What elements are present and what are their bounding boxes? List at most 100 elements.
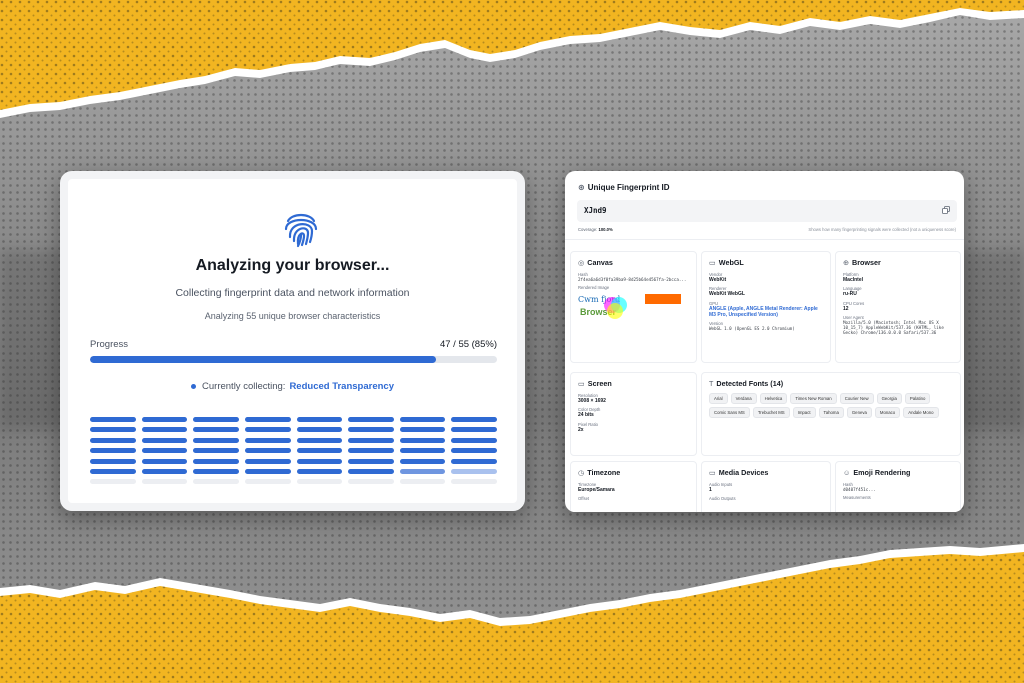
characteristic-row bbox=[90, 458, 497, 464]
characteristic-bar bbox=[296, 448, 343, 454]
progress-count: 47 / 55 (85%) bbox=[439, 339, 497, 350]
fingerprint-icon bbox=[284, 213, 318, 248]
media-devices-panel: ▭ Media Devices Audio Inputs 1 Audio Outp… bbox=[701, 461, 831, 512]
emoji-title: Emoji Rendering bbox=[853, 468, 911, 477]
characteristic-bar bbox=[90, 448, 136, 454]
characteristic-bar bbox=[451, 479, 497, 485]
font-chip: Georgia bbox=[876, 393, 902, 404]
characteristic-bar bbox=[451, 448, 497, 454]
fingerprint-id-value: XJnd9 bbox=[584, 206, 607, 215]
monitor-icon: ▭ bbox=[709, 258, 716, 267]
characteristic-bar bbox=[451, 427, 497, 433]
media-title: Media Devices bbox=[718, 468, 769, 477]
characteristic-bar bbox=[348, 417, 394, 422]
characteristic-bar bbox=[193, 458, 239, 464]
characteristic-bar bbox=[141, 417, 188, 422]
characteristic-bar bbox=[348, 479, 394, 485]
fingerprint-results-card: ⊛ Unique Fingerprint ID XJnd9 Coverage: 1… bbox=[565, 171, 964, 512]
offset-label: Offset bbox=[578, 496, 590, 502]
characteristic-bar bbox=[244, 458, 291, 464]
user-agent-value: Mozilla/5.0 (Macintosh; Intel Mac OS X 1… bbox=[843, 319, 944, 336]
characteristic-bar bbox=[348, 458, 394, 464]
language-value: ru-RU bbox=[843, 291, 857, 298]
canvas-title: Canvas bbox=[587, 258, 613, 267]
characteristic-bar bbox=[141, 468, 188, 474]
characteristic-bar bbox=[244, 427, 291, 433]
fonts-title: Detected Fonts (14) bbox=[716, 379, 784, 388]
font-chip: Trebuchet MS bbox=[752, 407, 790, 418]
canvas-orange-rect bbox=[645, 294, 681, 305]
font-chip-list: Arial Verdana Helvetica Times New Roman Cour… bbox=[709, 393, 953, 418]
canvas-panel: ◎ Canvas Hash 2f4ea6a6d3f0fa39ba9-8d25b64… bbox=[570, 251, 697, 363]
characteristic-bar bbox=[244, 448, 291, 454]
coverage: Coverage: 100.0% bbox=[578, 227, 613, 232]
progress-bar bbox=[90, 356, 497, 363]
characteristic-bar bbox=[90, 468, 136, 474]
characteristic-bar bbox=[193, 448, 239, 454]
screen-icon: ▭ bbox=[578, 379, 585, 388]
characteristic-bar bbox=[193, 417, 239, 422]
characteristic-bar bbox=[296, 417, 343, 422]
characteristic-bar bbox=[296, 458, 343, 464]
collecting-label: Currently collecting: bbox=[202, 381, 286, 392]
characteristic-bar bbox=[244, 437, 291, 443]
font-chip: Impact bbox=[792, 407, 816, 418]
coverage-note: Shows how many fingerprinting signals we… bbox=[808, 227, 956, 232]
characteristic-bar bbox=[90, 458, 136, 464]
coverage-value: 100.0% bbox=[598, 227, 613, 232]
timezone-panel: ◷ Timezone Timezone Europe/Samara Offset bbox=[570, 461, 697, 512]
characteristic-bar bbox=[296, 427, 343, 433]
characteristic-bar bbox=[399, 479, 446, 485]
emoji-icon: ☺ bbox=[843, 468, 851, 477]
timezone-value: Europe/Samara bbox=[578, 487, 615, 493]
characteristic-bar bbox=[244, 417, 291, 422]
characteristic-bar bbox=[141, 448, 188, 454]
status-dot-icon bbox=[191, 383, 197, 389]
canvas-rendered-image: Cwm fjord Browser bbox=[578, 293, 681, 321]
rendered-image-label: Rendered Image bbox=[578, 285, 610, 291]
globe-icon: ⊕ bbox=[843, 258, 850, 267]
media-icon: ▭ bbox=[709, 468, 716, 477]
characteristic-bar bbox=[244, 479, 291, 485]
characteristic-bar bbox=[193, 468, 239, 474]
font-chip: Verdana bbox=[730, 393, 757, 404]
characteristic-bar bbox=[244, 468, 291, 474]
characteristic-row bbox=[90, 448, 497, 454]
page-title: Analyzing your browser... bbox=[195, 257, 390, 274]
font-chip: Arial bbox=[709, 393, 728, 404]
characteristic-bar bbox=[141, 437, 188, 443]
pixel-ratio-value: 2x bbox=[578, 426, 584, 433]
characteristic-bar bbox=[193, 479, 239, 485]
clock-icon: ◷ bbox=[578, 468, 585, 477]
font-chip: Helvetica bbox=[759, 393, 788, 404]
characteristic-bar bbox=[90, 479, 136, 485]
subtitle: Collecting fingerprint data and network … bbox=[175, 287, 410, 299]
screen-panel: ▭ Screen Resolution 3008 × 1692 Color Dep… bbox=[570, 372, 697, 456]
audio-outputs-label: Audio Outputs bbox=[709, 496, 736, 502]
canvas-hash-value: 2f4ea6a6d3f0fa39ba9-8d25b64e4567fa-2bcca… bbox=[578, 277, 687, 282]
characteristic-row bbox=[90, 437, 497, 443]
canvas-circle-yellow bbox=[607, 303, 623, 320]
copy-icon[interactable] bbox=[942, 206, 950, 214]
fingerprint-id-box: XJnd9 bbox=[577, 200, 957, 222]
characteristic-bar bbox=[193, 427, 239, 433]
characteristic-bar bbox=[451, 417, 497, 422]
currently-collecting: Currently collecting: Reduced Transparenc… bbox=[68, 381, 517, 392]
font-chip: Geneva bbox=[846, 407, 872, 418]
emoji-panel: ☺ Emoji Rendering Hash d0407f451c... Meas… bbox=[835, 461, 961, 512]
characteristic-bar bbox=[451, 468, 497, 474]
font-chip: Andale Mono bbox=[903, 407, 939, 418]
fingerprint-small-icon: ⊛ bbox=[578, 183, 585, 192]
browser-title: Browser bbox=[852, 258, 881, 267]
font-icon: T bbox=[709, 379, 714, 388]
font-chip: Times New Roman bbox=[790, 393, 837, 404]
characteristic-bar bbox=[399, 448, 446, 454]
audio-inputs-value: 1 bbox=[709, 487, 712, 493]
progress-bar-fill bbox=[90, 356, 436, 363]
characteristic-bar bbox=[296, 468, 343, 474]
characteristics-grid bbox=[90, 417, 497, 490]
characteristic-bar bbox=[90, 427, 136, 433]
timezone-title: Timezone bbox=[587, 468, 621, 477]
fonts-panel: T Detected Fonts (14) Arial Verdana Helveti… bbox=[701, 372, 961, 456]
characteristic-bar bbox=[399, 437, 446, 443]
